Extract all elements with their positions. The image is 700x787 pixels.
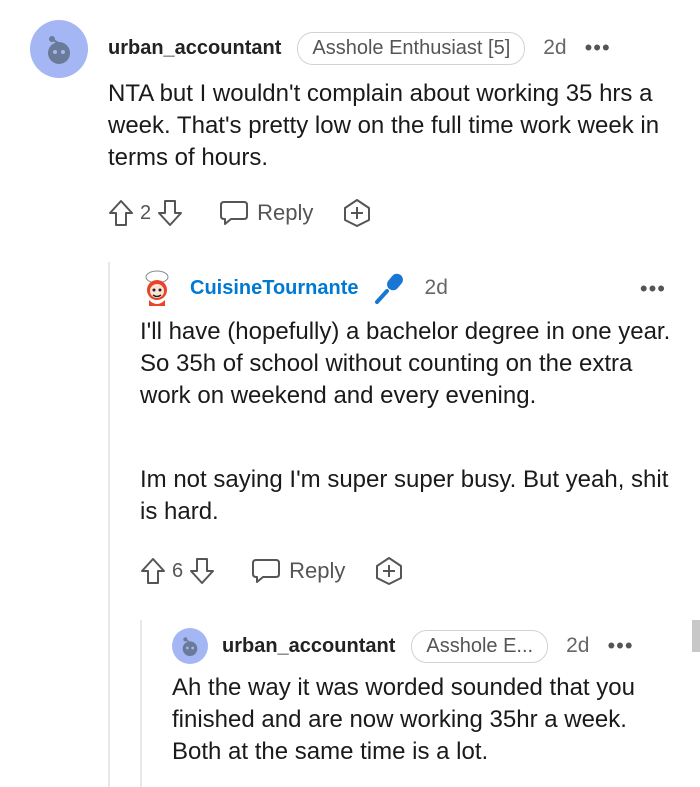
user-flair: Asshole Enthusiast [5] xyxy=(297,31,526,65)
thread-line[interactable] xyxy=(140,620,142,787)
username[interactable]: urban_accountant xyxy=(222,635,395,658)
downvote-icon[interactable] xyxy=(189,557,215,585)
more-options-button[interactable]: ••• xyxy=(640,276,666,302)
comment-body: NTA but I wouldn't complain about workin… xyxy=(108,80,660,171)
more-options-button[interactable]: ••• xyxy=(585,35,611,61)
award-plus-icon[interactable] xyxy=(341,198,373,228)
microphone-icon xyxy=(374,273,403,304)
reply-bubble-icon xyxy=(220,201,249,225)
downvote-icon[interactable] xyxy=(157,199,183,227)
scrollbar-thumb[interactable] xyxy=(692,620,700,652)
thread-line[interactable] xyxy=(108,262,110,787)
timestamp: 2d xyxy=(566,634,590,657)
vote-count: 6 xyxy=(172,559,184,582)
timestamp: 2d xyxy=(424,276,448,299)
avatar[interactable] xyxy=(172,628,208,664)
reply-label: Reply xyxy=(289,558,346,583)
vote-count: 2 xyxy=(140,201,152,224)
reply-button[interactable]: Reply xyxy=(219,200,313,226)
username[interactable]: CuisineTournante xyxy=(190,277,359,300)
username[interactable]: urban_accountant xyxy=(108,37,281,60)
user-flair: Asshole E... xyxy=(411,629,549,663)
comment-actions: 6 Reply xyxy=(140,556,405,586)
award-plus-icon[interactable] xyxy=(373,556,405,586)
chef-avatar-icon xyxy=(145,270,169,306)
timestamp: 2d xyxy=(543,36,567,59)
comment-body: Ah the way it was worded sounded that yo… xyxy=(172,674,635,765)
comment-body-paragraph: Im not saying I'm super super busy. But … xyxy=(140,466,669,525)
upvote-icon[interactable] xyxy=(108,199,134,227)
reply-bubble-icon xyxy=(252,559,281,583)
reddit-snoo-icon xyxy=(48,36,70,64)
more-options-button[interactable]: ••• xyxy=(607,633,633,659)
reply-button[interactable]: Reply xyxy=(251,558,345,584)
reddit-snoo-icon xyxy=(182,637,198,656)
comment-actions: 2 Reply xyxy=(108,198,373,228)
comment-body-paragraph: I'll have (hopefully) a bachelor degree … xyxy=(140,318,671,409)
avatar[interactable] xyxy=(30,20,88,78)
avatar[interactable] xyxy=(140,270,174,308)
reply-label: Reply xyxy=(257,200,314,225)
upvote-icon[interactable] xyxy=(140,557,166,585)
